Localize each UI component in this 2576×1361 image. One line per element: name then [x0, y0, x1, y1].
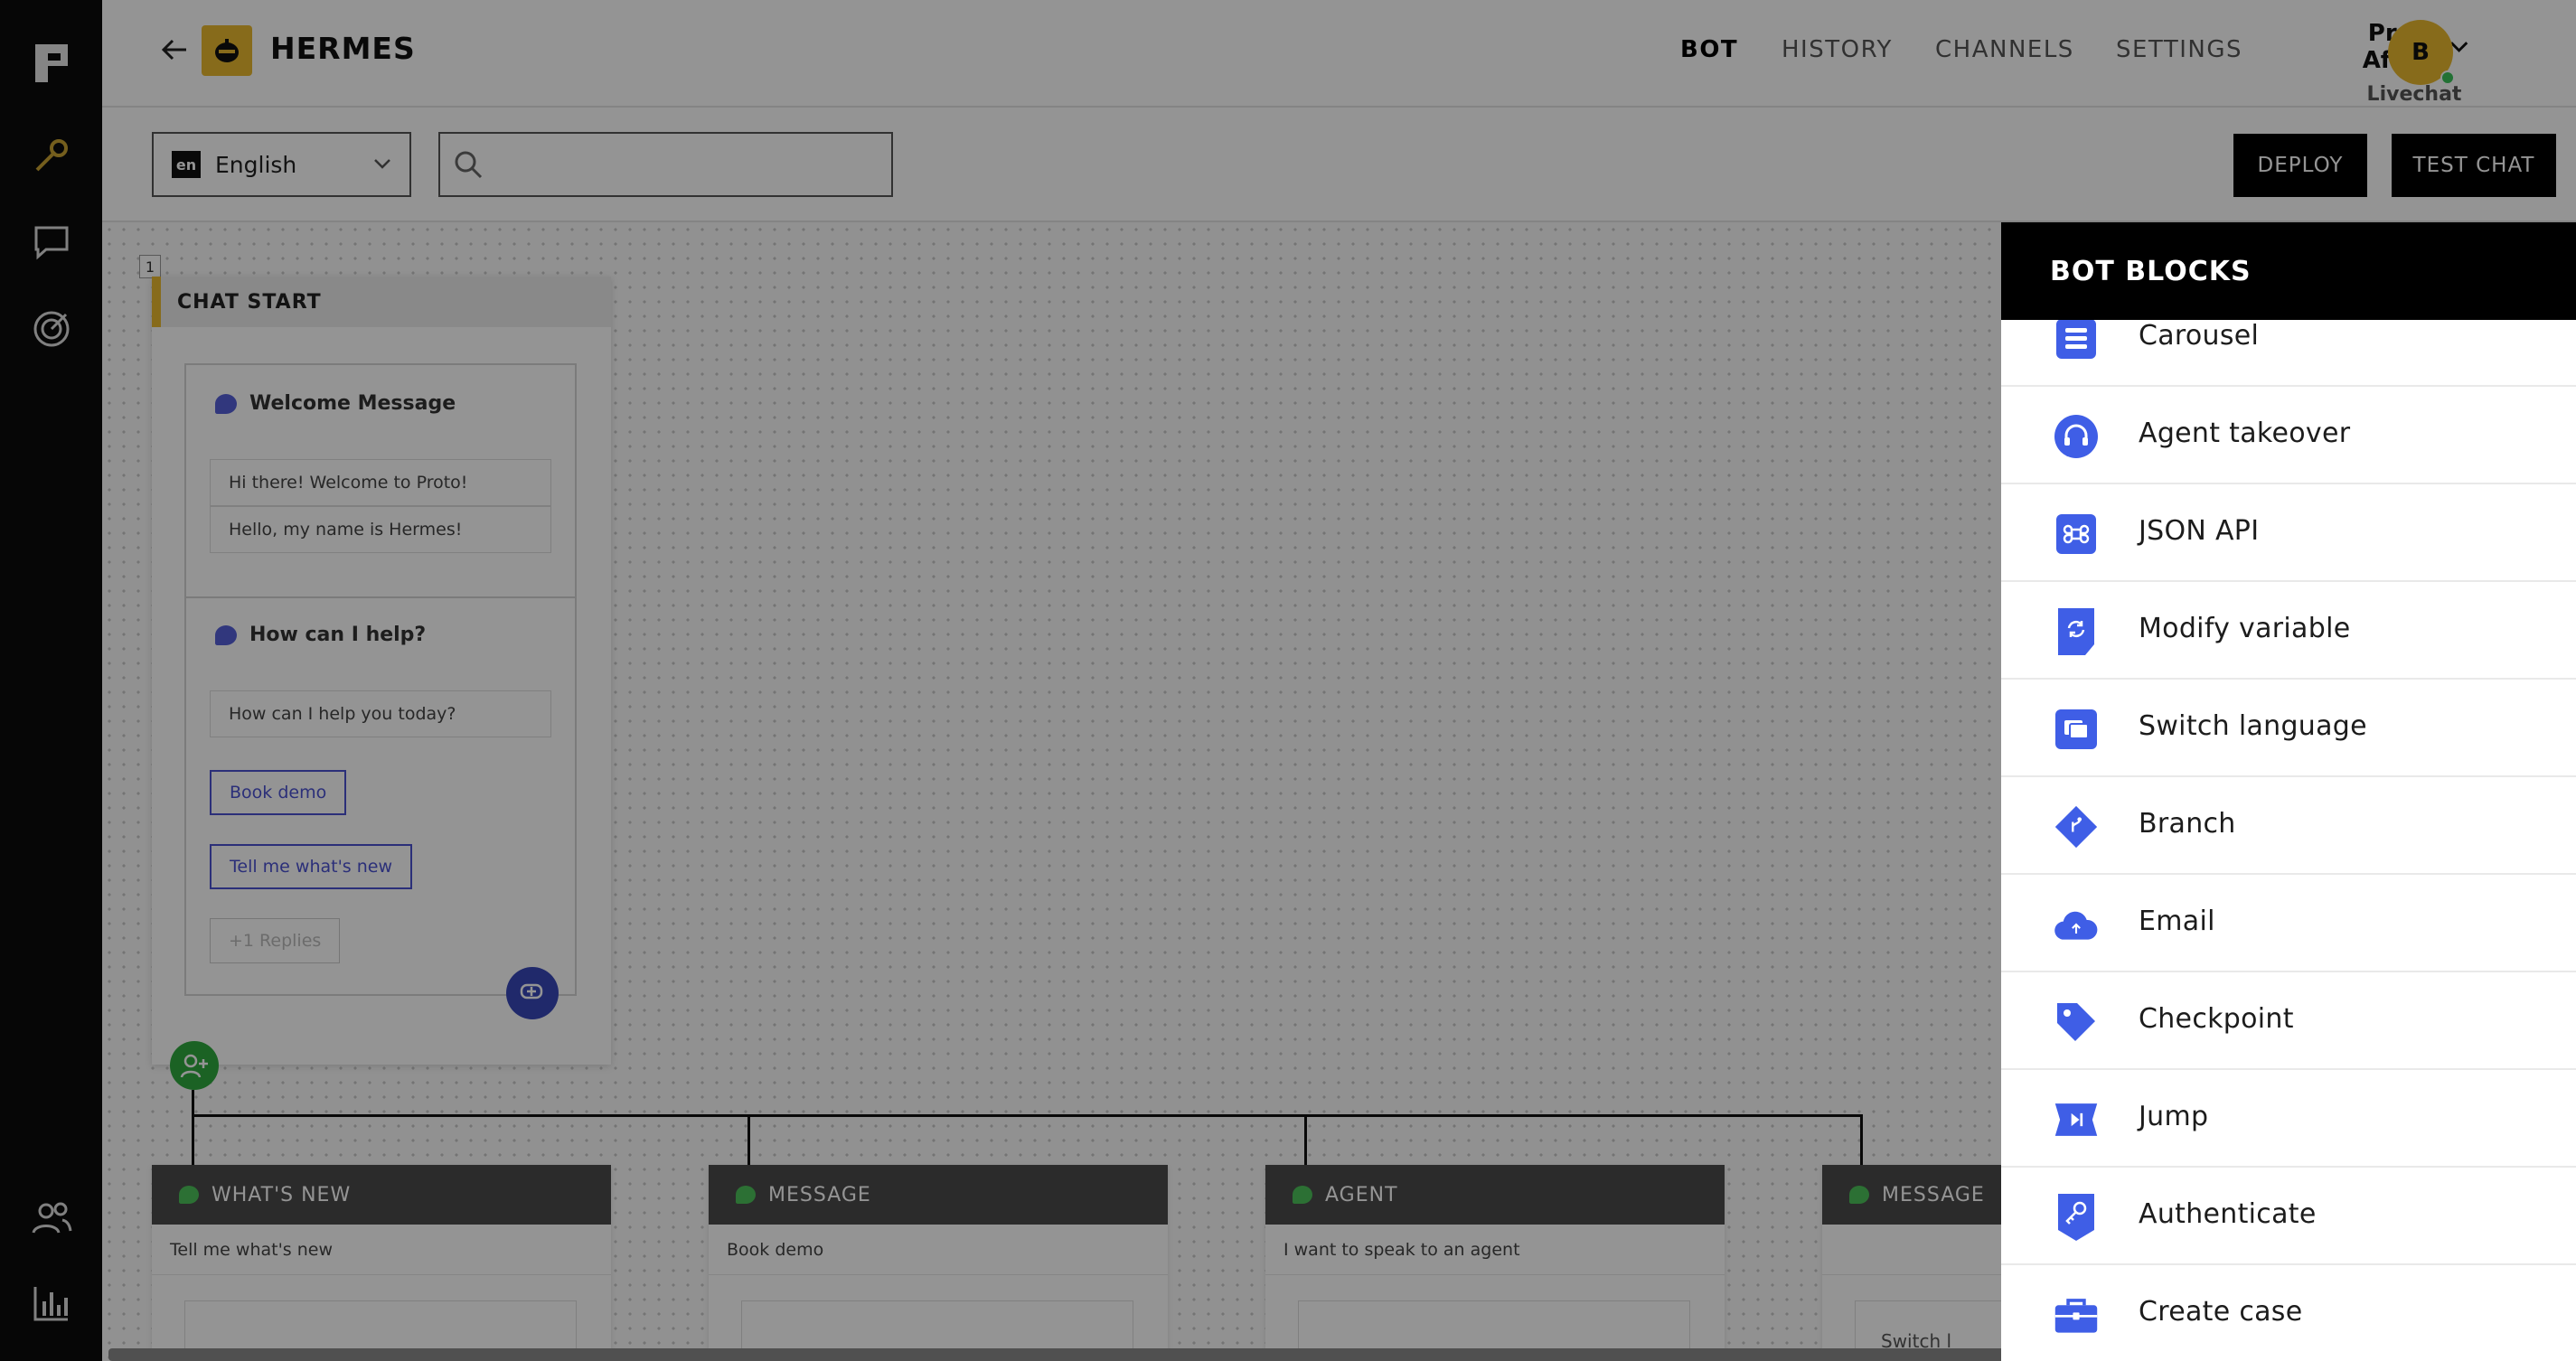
refresh-icon [2054, 608, 2099, 655]
skip-icon [2054, 1097, 2099, 1142]
command-icon [2054, 512, 2099, 557]
block-label: Switch language [2139, 710, 2367, 742]
key-icon [2054, 1194, 2099, 1241]
block-label: Jump [2139, 1101, 2209, 1132]
block-label: Authenticate [2139, 1198, 2317, 1230]
block-switch-language[interactable]: Switch language [2001, 680, 2576, 777]
bot-blocks-list: Carousel Agent takeover JSON API Modify … [2001, 289, 2576, 1361]
block-authenticate[interactable]: Authenticate [2001, 1168, 2576, 1265]
block-label: Carousel [2139, 320, 2260, 352]
block-label: Checkpoint [2139, 1003, 2294, 1035]
cloud-upload-icon [2054, 902, 2099, 947]
block-label: JSON API [2139, 515, 2260, 547]
language-icon [2054, 707, 2099, 752]
block-jump[interactable]: Jump [2001, 1070, 2576, 1168]
block-label: Modify variable [2139, 613, 2351, 644]
block-branch[interactable]: Branch [2001, 777, 2576, 875]
branch-icon [2054, 804, 2099, 849]
block-create-case[interactable]: Create case [2001, 1265, 2576, 1361]
briefcase-icon [2054, 1292, 2099, 1338]
block-email[interactable]: Email [2001, 875, 2576, 972]
carousel-icon [2054, 316, 2099, 361]
block-modify-variable[interactable]: Modify variable [2001, 582, 2576, 680]
block-checkpoint[interactable]: Checkpoint [2001, 972, 2576, 1070]
tag-icon [2054, 1000, 2099, 1045]
block-label: Branch [2139, 808, 2236, 840]
bot-blocks-panel: Carousel Agent takeover JSON API Modify … [2001, 222, 2576, 1361]
block-label: Create case [2139, 1296, 2303, 1328]
headset-icon [2054, 414, 2099, 459]
bot-blocks-title: BOT BLOCKS [2001, 222, 2576, 320]
block-label: Agent takeover [2139, 418, 2351, 449]
block-agent-takeover[interactable]: Agent takeover [2001, 387, 2576, 484]
block-label: Email [2139, 906, 2215, 937]
block-json-api[interactable]: JSON API [2001, 484, 2576, 582]
